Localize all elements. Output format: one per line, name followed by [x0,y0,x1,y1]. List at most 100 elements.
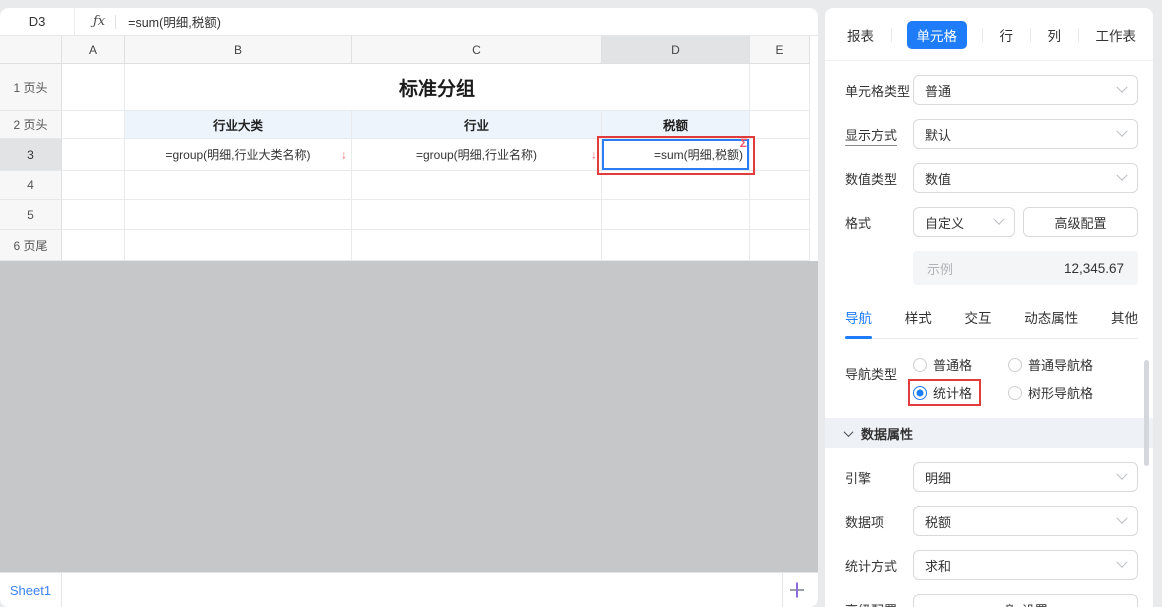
subtab-other[interactable]: 其他 [1111,307,1138,327]
cell-d5[interactable] [602,200,750,230]
cell-a6[interactable] [62,230,125,261]
sheet-tab-label: Sheet1 [10,583,51,598]
tab-divider [982,28,983,42]
cell-c4[interactable] [352,171,602,200]
format-select[interactable]: 自定义 [913,207,1015,237]
radio-normal-cell[interactable]: 普通格 [913,355,1008,374]
data-item-value: 税额 [925,512,951,531]
cell-a4[interactable] [62,171,125,200]
display-mode-select[interactable]: 默认 [913,119,1138,149]
row-header-5[interactable]: 5 [0,200,62,230]
panel-scrollbar[interactable] [1144,360,1149,466]
tab-report[interactable]: 报表 [845,21,876,49]
cell-d3-text: =sum(明细,税额) [654,146,743,163]
cell-a1[interactable] [62,64,125,111]
chevron-down-icon [1116,126,1127,137]
example-value: 12,345.67 [1064,261,1124,276]
radio-tree-nav-cell[interactable]: 树形导航格 [1008,383,1138,402]
cell-b4[interactable] [125,171,352,200]
designer-canvas-background [0,261,818,572]
cell-b6[interactable] [125,230,352,261]
stat-method-select[interactable]: 求和 [913,550,1138,580]
value-type-value: 数值 [925,169,951,188]
row-header-6[interactable]: 6 页尾 [0,230,62,261]
cell-type-row: 单元格类型 普通 [845,75,1138,105]
cell-b2-header[interactable]: 行业大类 [125,111,352,139]
display-mode-row: 显示方式 默认 [845,119,1138,149]
group-expand-arrow-icon: ↓ [341,148,347,160]
col-header-b[interactable]: B [125,36,352,64]
col-header-d[interactable]: D [602,36,750,64]
nav-type-label: 导航类型 [845,364,913,402]
cell-reference-box[interactable]: D3 [0,8,75,35]
row-header-4[interactable]: 4 [0,171,62,200]
cell-e5[interactable] [750,200,810,230]
example-label: 示例 [927,259,953,278]
cell-b1-title[interactable]: 标准分组 [125,64,750,111]
subtab-style[interactable]: 样式 [905,307,932,327]
radio-icon [913,358,927,372]
tab-divider [1078,28,1079,42]
format-label: 格式 [845,213,913,232]
cell-c3-formula[interactable]: =group(明细,行业名称) ↓ [352,139,602,171]
grid-corner[interactable] [0,36,62,64]
subtab-dynamic-props[interactable]: 动态属性 [1024,307,1078,327]
sheet-tab-sheet1[interactable]: Sheet1 [0,573,62,607]
cell-type-select[interactable]: 普通 [913,75,1138,105]
col-header-a[interactable]: A [62,36,125,64]
formula-input[interactable]: =sum(明细,税额) [128,12,221,31]
cell-e3[interactable] [750,139,810,171]
cell-e6[interactable] [750,230,810,261]
cell-e2[interactable] [750,111,810,139]
cell-d4[interactable] [602,171,750,200]
fx-icon: ƒx [93,14,105,29]
cell-a3[interactable] [62,139,125,171]
cell-b3-text: =group(明细,行业大类名称) [165,146,310,163]
radio-stat-cell[interactable]: 统计格 [913,383,1008,402]
advanced-config-button[interactable]: 高级配置 [1023,207,1138,237]
cell-d6[interactable] [602,230,750,261]
data-item-row: 数据项 税额 [845,506,1138,536]
col-header-c[interactable]: C [352,36,602,64]
row-header-1[interactable]: 1 页头 [0,64,62,111]
cell-e4[interactable] [750,171,810,200]
tab-worksheet[interactable]: 工作表 [1094,21,1139,49]
formula-bar: D3 ƒx =sum(明细,税额) [0,8,818,36]
add-sheet-button[interactable] [782,573,810,607]
col-header-e[interactable]: E [750,36,810,64]
display-mode-label: 显示方式 [845,125,913,144]
cell-d3-selected[interactable]: =sum(明细,税额) Σ [602,139,750,171]
radio-selected-icon [913,386,927,400]
cell-c6[interactable] [352,230,602,261]
data-item-select[interactable]: 税额 [913,506,1138,536]
tab-column[interactable]: 列 [1046,21,1064,49]
cell-a2[interactable] [62,111,125,139]
subtab-interaction[interactable]: 交互 [965,307,992,327]
data-properties-section-header[interactable]: 数据属性 [825,418,1153,448]
cell-b5[interactable] [125,200,352,230]
engine-row: 引擎 明细 [845,462,1138,492]
tab-cell[interactable]: 单元格 [907,21,968,49]
tab-row[interactable]: 行 [998,21,1016,49]
cell-d2-header[interactable]: 税额 [602,111,750,139]
subtab-navigation[interactable]: 导航 [845,307,872,327]
sheet-bar-spacer [62,573,782,607]
radio-normal-nav-cell[interactable]: 普通导航格 [1008,355,1138,374]
sum-sigma-icon: Σ [739,136,748,150]
format-value: 自定义 [925,213,964,232]
cell-type-label: 单元格类型 [845,81,913,100]
stat-method-value: 求和 [925,556,951,575]
cell-a5[interactable] [62,200,125,230]
value-type-row: 数值类型 数值 [845,163,1138,193]
row-header-2[interactable]: 2 页头 [0,111,62,139]
engine-label: 引擎 [845,468,913,487]
cell-b3-formula[interactable]: =group(明细,行业大类名称) ↓ [125,139,352,171]
row-header-3[interactable]: 3 [0,139,62,171]
value-type-select[interactable]: 数值 [913,163,1138,193]
cell-e1[interactable] [750,64,810,111]
cell-c5[interactable] [352,200,602,230]
cell-type-value: 普通 [925,81,951,100]
engine-select[interactable]: 明细 [913,462,1138,492]
cell-c2-header[interactable]: 行业 [352,111,602,139]
settings-button[interactable]: ⚙ 设置 [913,594,1138,607]
